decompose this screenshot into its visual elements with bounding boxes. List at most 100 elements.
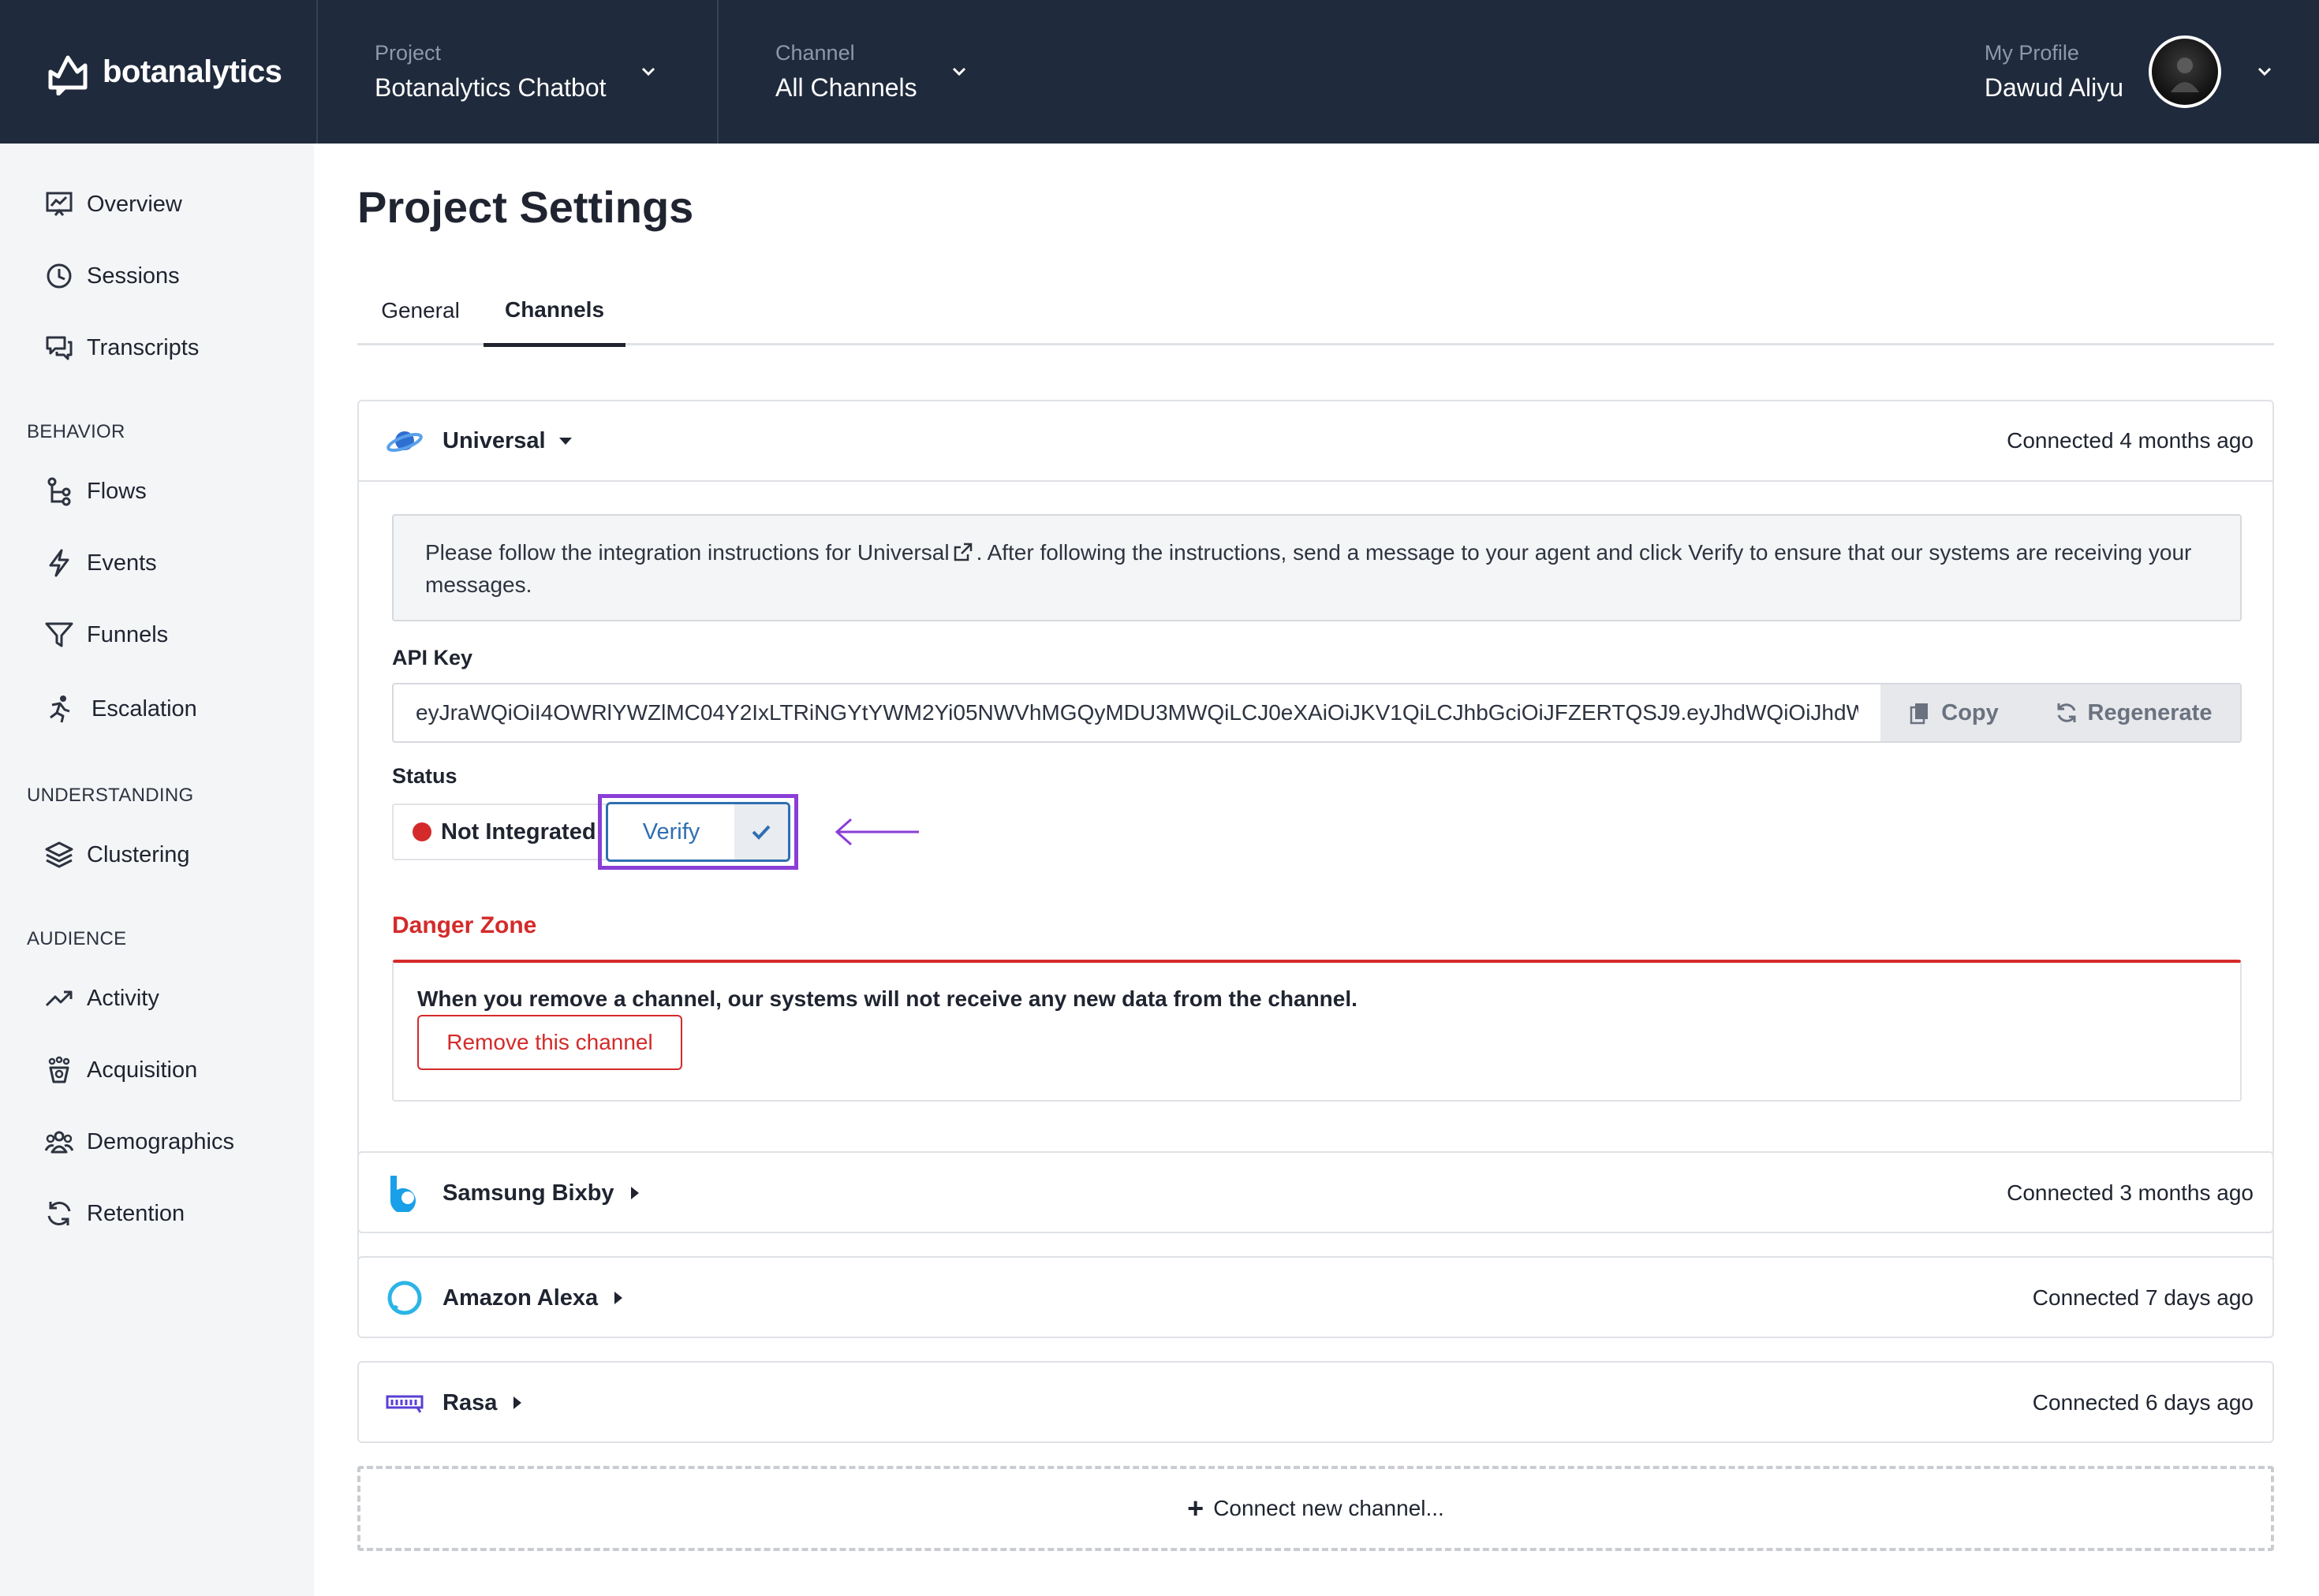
caret-right-icon[interactable] — [508, 1394, 525, 1411]
rasa-icon — [386, 1395, 424, 1413]
channel-value: All Channels — [775, 73, 917, 102]
botanalytics-logo-icon — [48, 55, 88, 95]
chevron-down-icon — [641, 67, 655, 76]
sidebar-item-sessions[interactable]: Sessions — [44, 252, 180, 300]
danger-zone-title: Danger Zone — [392, 912, 537, 938]
integration-notice: Please follow the integration instructio… — [392, 514, 2242, 621]
channel-label: Channel — [775, 41, 855, 65]
alexa-icon — [387, 1281, 422, 1315]
channel-header-alexa[interactable]: Amazon Alexa Connected 7 days ago — [359, 1258, 2272, 1338]
planet-icon — [386, 431, 423, 452]
checkmark-icon — [752, 825, 771, 840]
regenerate-button[interactable]: Regenerate — [2026, 684, 2240, 741]
user-silhouette-icon — [2171, 58, 2199, 92]
chat-bubbles-icon — [46, 336, 73, 360]
top-bar: botanalytics Project Botanalytics Chatbo… — [0, 0, 2319, 144]
caret-right-icon[interactable] — [625, 1184, 643, 1202]
escalation-icon — [50, 695, 70, 723]
sidebar: Overview Sessions Transcripts BEHAVIOR F… — [0, 144, 314, 1596]
sidebar-item-demographics[interactable]: Demographics — [44, 1118, 234, 1165]
api-key-actions: Copy Regenerate — [1880, 684, 2240, 741]
channel-header-universal[interactable]: Universal Connected 4 months ago — [359, 401, 2272, 482]
remove-channel-button[interactable]: Remove this channel — [417, 1015, 682, 1070]
connect-new-label: Connect new channel... — [1213, 1496, 1444, 1520]
chart-board-icon — [46, 192, 73, 216]
profile-menu[interactable]: My Profile Dawud Aliyu — [1948, 0, 2319, 144]
sidebar-item-transcripts[interactable]: Transcripts — [44, 324, 199, 371]
channel-name: Rasa — [443, 1389, 498, 1415]
sidebar-item-label: Escalation — [91, 695, 197, 722]
danger-zone-text: When you remove a channel, our systems w… — [417, 986, 1357, 1011]
sidebar-item-funnels[interactable]: Funnels — [44, 611, 168, 658]
verify-label: Verify — [608, 804, 734, 860]
project-selector[interactable]: Project Botanalytics Chatbot — [375, 0, 719, 144]
verify-check — [734, 804, 788, 860]
connection-status: Connected 4 months ago — [2007, 428, 2254, 453]
sidebar-item-escalation[interactable]: Escalation — [44, 685, 197, 733]
sidebar-item-flows[interactable]: Flows — [44, 468, 147, 515]
refresh-icon — [2057, 703, 2076, 722]
status-value: Not Integrated — [441, 819, 596, 845]
connection-status: Connected 7 days ago — [2032, 1285, 2254, 1310]
sidebar-item-label: Funnels — [87, 621, 169, 647]
acquisition-icon — [48, 1056, 70, 1083]
copy-button[interactable]: Copy — [1880, 684, 2026, 741]
arrow-left-icon — [835, 818, 919, 846]
channel-name: Amazon Alexa — [443, 1285, 599, 1311]
flow-icon — [47, 477, 71, 506]
avatar[interactable] — [2149, 35, 2221, 108]
caret-right-icon[interactable] — [609, 1289, 626, 1307]
profile-name: Dawud Aliyu — [1984, 73, 2123, 102]
sidebar-item-label: Sessions — [87, 263, 180, 289]
sidebar-item-label: Clustering — [87, 841, 190, 867]
sidebar-item-overview[interactable]: Overview — [44, 181, 182, 228]
sidebar-section-understanding: UNDERSTANDING — [27, 785, 194, 806]
danger-zone-box: When you remove a channel, our systems w… — [392, 960, 2242, 1102]
brand-logo[interactable]: botanalytics — [0, 0, 318, 144]
refresh-icon — [47, 1202, 71, 1225]
status-row: Not Integrated Verify — [392, 794, 919, 870]
caret-down-icon[interactable] — [557, 432, 574, 449]
sidebar-item-label: Overview — [87, 191, 182, 217]
sidebar-item-activity[interactable]: Activity — [44, 975, 159, 1022]
channel-name: Samsung Bixby — [443, 1180, 614, 1206]
page-title: Project Settings — [357, 182, 694, 232]
sidebar-item-label: Events — [87, 550, 157, 576]
notice-text: Please follow the integration instructio… — [425, 540, 950, 565]
sidebar-item-clustering[interactable]: Clustering — [44, 831, 190, 878]
tab-general[interactable]: General — [357, 276, 484, 345]
connection-status: Connected 3 months ago — [2007, 1180, 2254, 1205]
sidebar-section-audience: AUDIENCE — [27, 928, 127, 949]
sidebar-item-label: Acquisition — [87, 1057, 198, 1083]
api-key-field: Copy Regenerate — [392, 683, 2242, 743]
bolt-icon — [49, 549, 69, 577]
external-link-icon[interactable] — [953, 542, 973, 562]
plus-icon: + — [1187, 1492, 1204, 1524]
tab-channels[interactable]: Channels — [484, 276, 625, 347]
chevron-down-icon — [952, 67, 965, 76]
layers-icon — [45, 841, 73, 868]
trend-up-icon — [45, 990, 73, 1007]
sidebar-item-retention[interactable]: Retention — [44, 1190, 185, 1237]
api-key-input[interactable] — [394, 684, 1880, 741]
api-key-label: API Key — [392, 646, 473, 669]
project-value: Botanalytics Chatbot — [375, 73, 607, 102]
copy-label: Copy — [1941, 699, 1999, 725]
sidebar-item-events[interactable]: Events — [44, 539, 157, 587]
channel-header-bixby[interactable]: Samsung Bixby Connected 3 months ago — [359, 1153, 2272, 1233]
channel-header-rasa[interactable]: Rasa Connected 6 days ago — [359, 1363, 2272, 1443]
channel-selector[interactable]: Channel All Channels — [775, 0, 1012, 144]
verify-button[interactable]: Verify — [606, 802, 790, 862]
profile-label: My Profile — [1984, 41, 2079, 65]
status-badge: Not Integrated — [392, 804, 612, 860]
sidebar-item-label: Activity — [87, 985, 159, 1011]
brand-name: botanalytics — [103, 54, 282, 89]
bixby-icon — [390, 1176, 416, 1212]
connect-new-channel-button[interactable]: + Connect new channel... — [357, 1466, 2274, 1551]
regenerate-label: Regenerate — [2087, 699, 2213, 725]
users-icon — [44, 1131, 74, 1154]
clock-icon — [47, 263, 72, 289]
channel-card-bixby: Samsung Bixby Connected 3 months ago — [357, 1151, 2274, 1233]
sidebar-item-label: Flows — [87, 478, 147, 504]
sidebar-item-acquisition[interactable]: Acquisition — [44, 1046, 197, 1094]
